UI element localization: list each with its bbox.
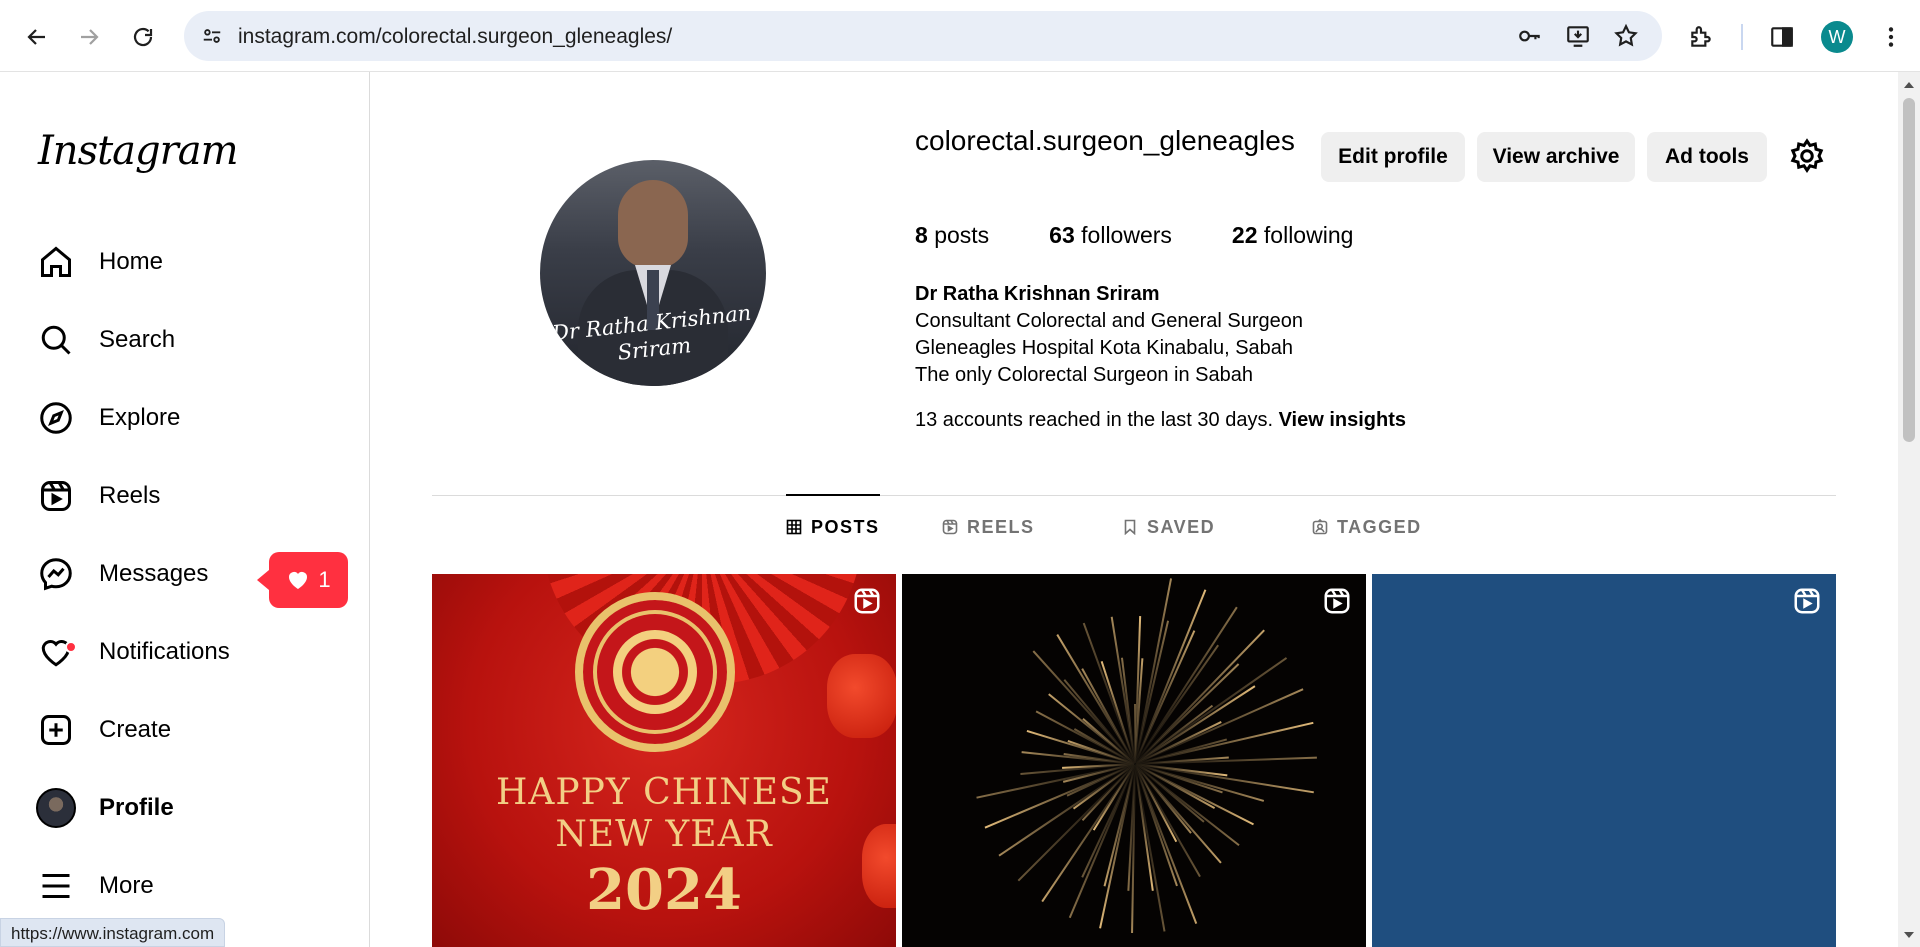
reload-button[interactable]	[123, 17, 163, 57]
post-text-line: NEW YEAR	[555, 814, 773, 855]
bio-line: Consultant Colorectal and General Surgeo…	[915, 310, 1304, 332]
notification-count: 1	[318, 567, 331, 592]
menu-icon	[36, 866, 76, 906]
tab-reels[interactable]: REELS	[942, 495, 1035, 559]
heart-icon	[36, 632, 77, 672]
profile-picture[interactable]: Dr Ratha Krishnan Sriram	[540, 160, 766, 386]
tab-saved[interactable]: SAVED	[1122, 495, 1215, 559]
sidebar-item-label: Search	[99, 326, 176, 353]
view-archive-button[interactable]: View archive	[1477, 132, 1635, 182]
compass-icon	[36, 398, 76, 438]
ad-tools-button[interactable]: Ad tools	[1647, 132, 1767, 182]
profile-tabs: POSTS REELS SAVED TAGGED	[432, 494, 1836, 559]
arrow-right-icon	[81, 29, 99, 45]
sidebar-item-search[interactable]: Search	[36, 312, 336, 368]
sidebar-item-label: Messages	[99, 560, 209, 587]
posts-stat: 8 posts	[915, 222, 990, 248]
reload-icon	[133, 27, 153, 47]
scroll-down-arrow-icon[interactable]	[1903, 930, 1915, 940]
tab-tagged[interactable]: TAGGED	[1312, 495, 1422, 559]
reels-icon	[36, 476, 76, 516]
browser-profile-avatar[interactable]: W	[1821, 21, 1853, 53]
browser-toolbar: instagram.com/colorectal.surgeon_gleneag…	[0, 0, 1920, 72]
kebab-menu-icon[interactable]	[1873, 19, 1909, 55]
sidebar-item-label: More	[99, 872, 154, 899]
edit-profile-button[interactable]: Edit profile	[1321, 132, 1465, 182]
status-bar-url: https://www.instagram.com	[0, 918, 226, 947]
forward-button[interactable]	[69, 17, 109, 57]
extensions-icon[interactable]	[1683, 19, 1719, 55]
plus-square-icon	[36, 710, 76, 750]
back-button[interactable]	[17, 17, 57, 57]
home-icon	[36, 242, 76, 282]
page-scrollbar[interactable]	[1898, 72, 1920, 947]
post-tile[interactable]	[902, 574, 1366, 947]
messenger-icon	[36, 554, 76, 594]
instagram-logo[interactable]: Instagram	[38, 128, 239, 174]
sidebar-item-label: Create	[99, 716, 172, 743]
insights-summary: 13 accounts reached in the last 30 days.…	[915, 409, 1406, 432]
sidebar-item-more[interactable]: More	[36, 858, 336, 914]
sidebar-item-create[interactable]: Create	[36, 702, 336, 758]
install-app-icon[interactable]	[1562, 20, 1594, 52]
posts-grid: HAPPY CHINESE NEW YEAR 2024	[432, 574, 1836, 947]
post-text-line: HAPPY CHINESE	[496, 772, 832, 813]
tab-posts[interactable]: POSTS	[786, 494, 880, 558]
reel-indicator-icon	[854, 588, 880, 614]
reels-small-icon	[942, 519, 958, 535]
sidebar-item-notifications[interactable]: Notifications	[36, 624, 336, 680]
notification-bubble[interactable]: 1	[257, 552, 348, 608]
followers-stat[interactable]: 63 followers	[1049, 222, 1172, 249]
search-icon	[36, 320, 76, 360]
sidebar-item-label: Home	[99, 248, 164, 275]
tagged-user-icon	[1312, 519, 1328, 535]
notification-dot	[65, 641, 77, 653]
sidebar-item-label: Profile	[99, 794, 174, 821]
profile-main: Dr Ratha Krishnan Sriram colorectal.surg…	[370, 72, 1898, 947]
sidebar-item-home[interactable]: Home	[36, 234, 336, 290]
reel-indicator-icon	[1794, 588, 1820, 614]
arrow-left-icon	[27, 29, 45, 45]
scroll-thumb[interactable]	[1903, 98, 1915, 442]
grid-icon	[786, 519, 802, 535]
settings-gear-icon[interactable]	[1787, 136, 1827, 176]
password-key-icon[interactable]	[1514, 20, 1546, 52]
post-tile[interactable]	[1372, 574, 1836, 947]
view-insights-link[interactable]: View insights	[1279, 409, 1406, 431]
sidebar-item-label: Reels	[99, 482, 161, 509]
toolbar-separator	[1741, 24, 1743, 50]
bookmark-star-icon[interactable]	[1610, 20, 1642, 52]
profile-username: colorectal.surgeon_gleneagles	[915, 125, 1295, 156]
post-tile[interactable]: HAPPY CHINESE NEW YEAR 2024	[432, 574, 896, 947]
sidebar-item-label: Explore	[99, 404, 181, 431]
url-text[interactable]: instagram.com/colorectal.surgeon_gleneag…	[238, 25, 672, 49]
profile-full-name: Dr Ratha Krishnan Sriram	[915, 283, 1160, 305]
profile-avatar	[36, 788, 76, 828]
sidebar: Instagram Home Search Explore Reels Mess…	[0, 72, 370, 947]
insights-text: 13 accounts reached in the last 30 days.	[915, 409, 1274, 431]
site-info-icon[interactable]	[196, 20, 228, 52]
profile-bio: Dr Ratha Krishnan Sriram Consultant Colo…	[915, 281, 1303, 389]
profile-stats: 8 posts 63 followers 22 following	[915, 222, 1413, 249]
scroll-up-arrow-icon[interactable]	[1903, 80, 1915, 90]
address-bar[interactable]: instagram.com/colorectal.surgeon_gleneag…	[184, 11, 1662, 61]
bio-line: The only Colorectal Surgeon in Sabah	[915, 364, 1253, 386]
sidebar-item-explore[interactable]: Explore	[36, 390, 336, 446]
side-panel-icon[interactable]	[1764, 19, 1800, 55]
heart-filled-icon	[289, 572, 308, 589]
bio-line: Gleneagles Hospital Kota Kinabalu, Sabah	[915, 337, 1294, 359]
sidebar-item-label: Notifications	[99, 638, 230, 665]
sidebar-item-profile[interactable]: Profile	[36, 780, 336, 836]
sidebar-item-reels[interactable]: Reels	[36, 468, 336, 524]
reel-indicator-icon	[1324, 588, 1350, 614]
following-stat[interactable]: 22 following	[1232, 222, 1353, 249]
bookmark-icon	[1124, 519, 1136, 535]
post-text-line: 2024	[586, 857, 742, 923]
